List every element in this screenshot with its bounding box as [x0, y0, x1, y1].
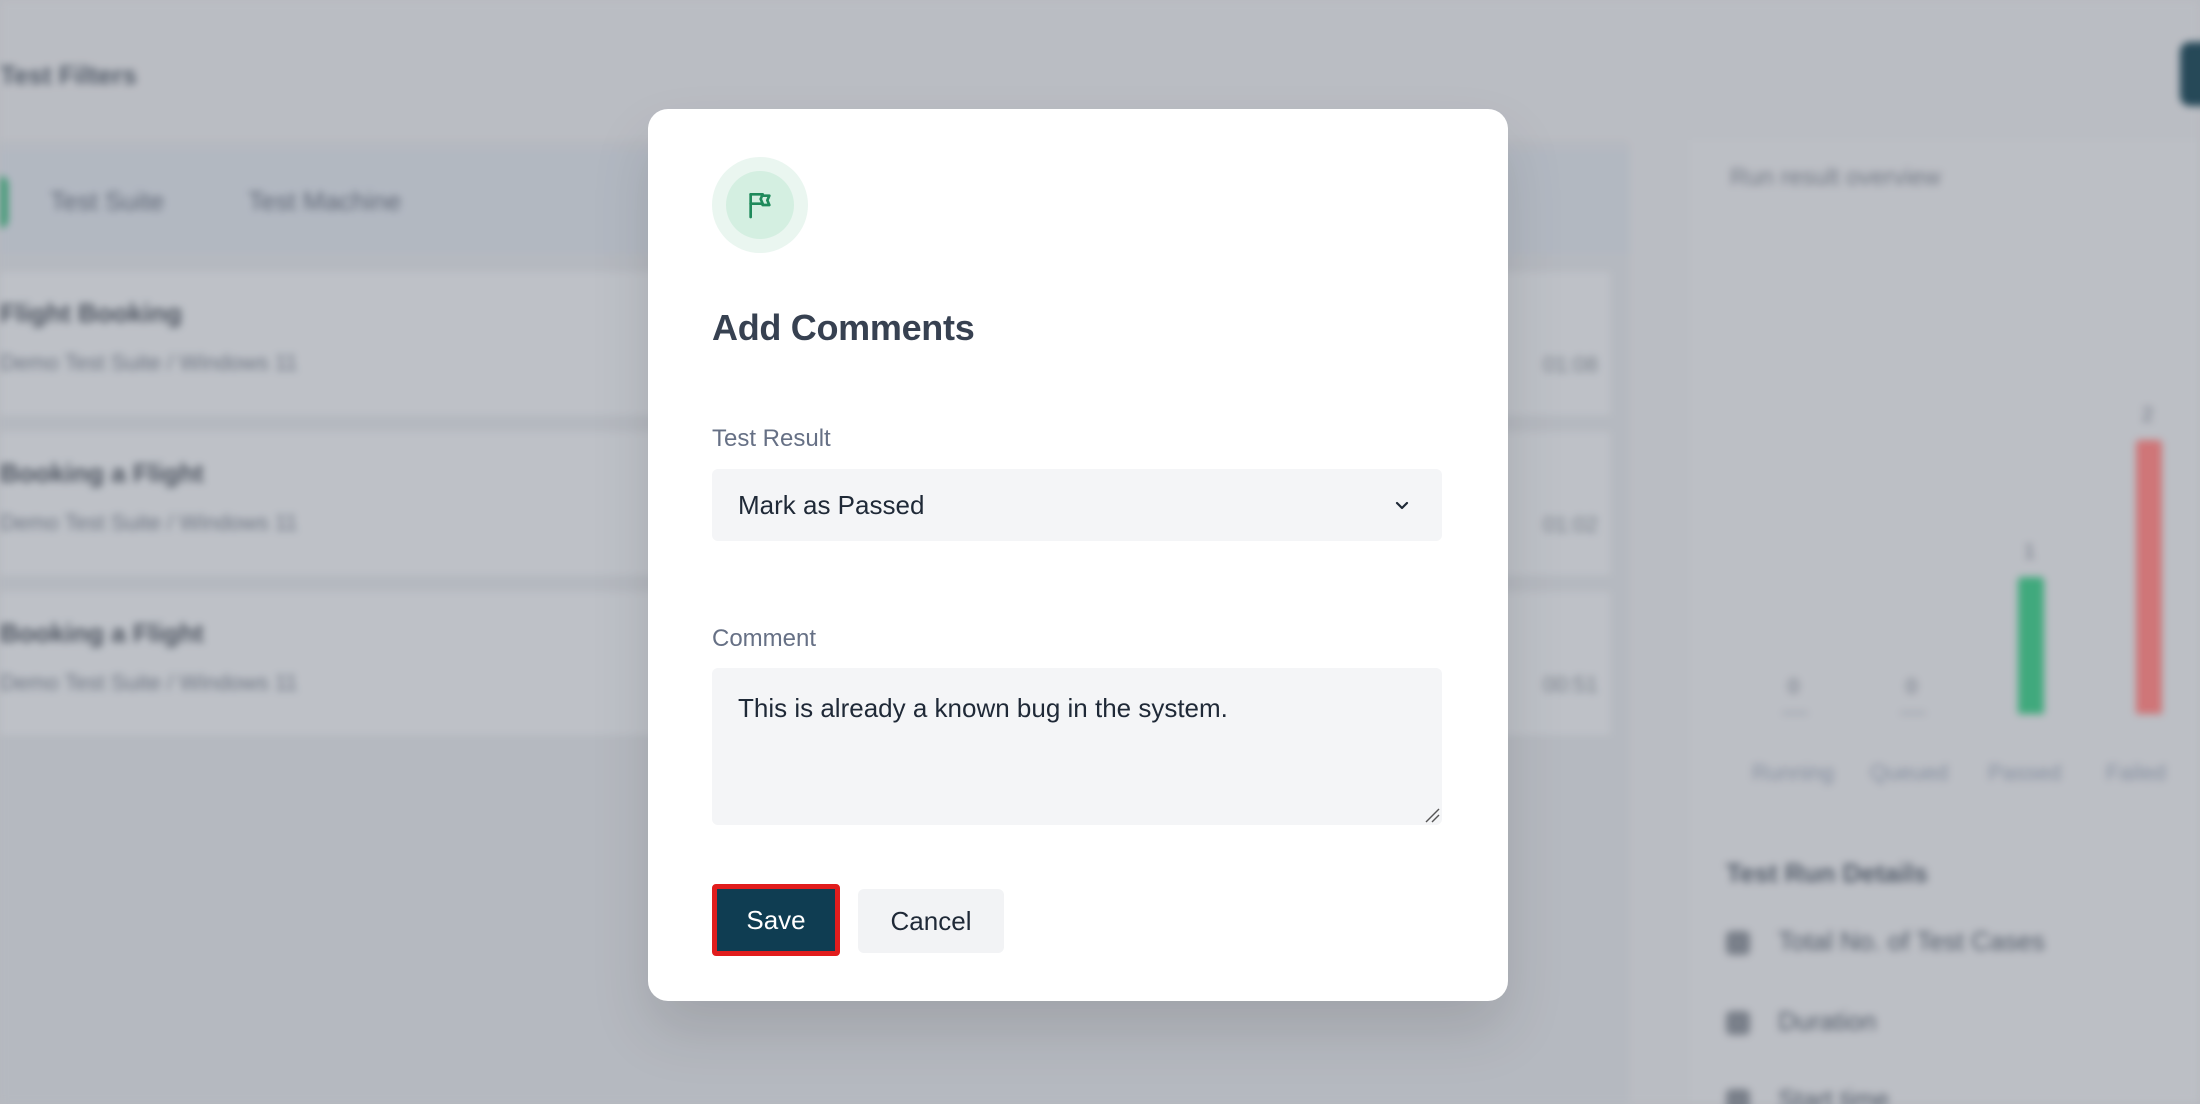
comment-text: This is already a known bug in the syste… [738, 693, 1228, 723]
dialog-title: Add Comments [712, 307, 975, 348]
resize-handle-icon[interactable] [1422, 805, 1440, 823]
comment-textarea[interactable]: This is already a known bug in the syste… [712, 668, 1442, 825]
test-result-select[interactable]: Mark as Passed [712, 469, 1442, 541]
flag-icon-badge [712, 157, 808, 253]
save-button[interactable]: Save [712, 884, 840, 956]
test-result-label: Test Result [712, 425, 831, 452]
comment-label: Comment [712, 625, 817, 652]
flag-icon-core [726, 171, 794, 239]
chevron-down-icon [1395, 501, 1409, 510]
add-comments-dialog: Add Comments Test Result Mark as Passed … [648, 109, 1508, 1001]
test-result-value: Mark as Passed [738, 489, 925, 520]
flag-icon [749, 193, 771, 219]
cancel-button[interactable]: Cancel [858, 889, 1004, 953]
